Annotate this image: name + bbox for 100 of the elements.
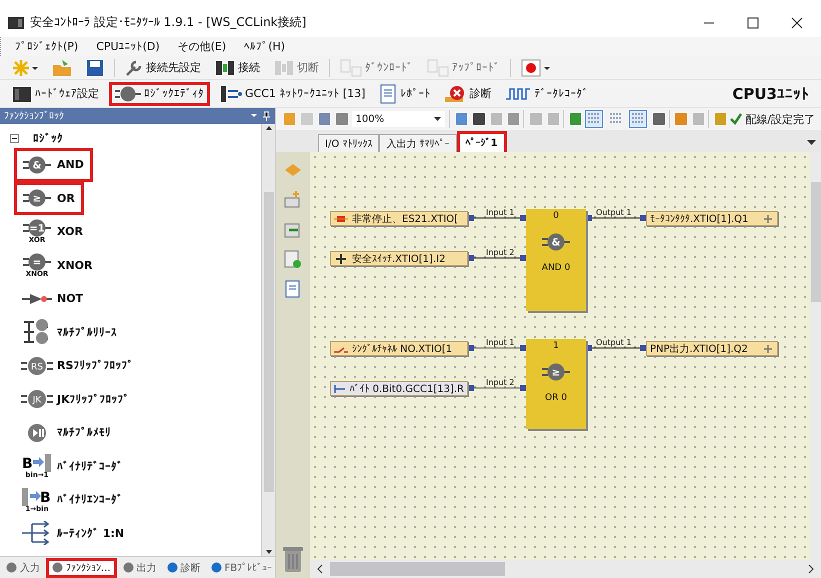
- connector-wire: [468, 345, 526, 351]
- panel-tab[interactable]: 出力: [118, 558, 161, 578]
- maximize-icon[interactable]: [747, 16, 759, 28]
- sparkle-icon: [12, 58, 38, 76]
- output-label: ﾓｰﾀｺﾝﾀｸﾀ.XTIO[1].Q1: [650, 212, 748, 224]
- block-index: 0: [553, 211, 559, 221]
- scroll-right-icon[interactable]: [807, 564, 815, 574]
- view-button[interactable]: GCC1 ﾈｯﾄﾜｰｸﾕﾆｯﾄ [13]: [216, 82, 370, 104]
- input-icon: [334, 254, 348, 264]
- function-item[interactable]: RS RSﾌﾘｯﾌﾟﾌﾛｯﾌﾟ: [14, 349, 142, 382]
- toolbar-button[interactable]: 接続: [211, 56, 264, 78]
- caret-icon: [434, 116, 441, 122]
- menu-item[interactable]: その他(E): [178, 39, 226, 54]
- input-label: 安全ｽｲｯﾁ.XTIO[1].I2: [352, 252, 446, 265]
- trash-icon[interactable]: [281, 544, 305, 574]
- info-icon: [210, 562, 222, 573]
- zoom-dropdown[interactable]: 100%: [352, 111, 445, 127]
- input-node[interactable]: 非常停止、ES21.XTIO[: [330, 211, 468, 226]
- panel-tab[interactable]: 入力: [2, 558, 44, 578]
- menu-item[interactable]: ﾌﾟﾛｼﾞｪｸﾄ(P): [15, 40, 78, 53]
- view-toggle[interactable]: [629, 110, 648, 128]
- folder-icon: [52, 58, 72, 76]
- menu-item[interactable]: CPUﾕﾆｯﾄ(D): [96, 40, 160, 53]
- scroll-thumb[interactable]: [264, 192, 274, 492]
- panel-tab[interactable]: ﾌｧﾝｸｼｮﾝ...: [46, 558, 117, 578]
- output-icon: [762, 214, 774, 224]
- function-item[interactable]: ﾙｰﾃｨﾝｸﾞ 1:N: [14, 516, 134, 550]
- view-toggle[interactable]: [585, 110, 604, 128]
- collapse-icon[interactable]: [10, 134, 19, 142]
- function-item[interactable]: ﾏﾙﾁﾌﾟﾙﾘﾘｰｽ: [14, 316, 126, 349]
- port-label: Input 2: [486, 378, 514, 387]
- connector-wire: [586, 215, 646, 221]
- transfer-icon: [340, 58, 362, 76]
- wiring-done-button[interactable]: 配線/設定完了: [730, 112, 816, 126]
- block-name: AND 0: [542, 263, 570, 273]
- view-button[interactable]: ﾃﾞｰﾀﾚｺｰﾀﾞ: [501, 82, 592, 104]
- inverter-icon: [22, 292, 52, 305]
- function-item[interactable]: ≥ OR: [14, 182, 84, 215]
- scroll-left-icon[interactable]: [316, 564, 324, 574]
- output-icon: [762, 344, 774, 354]
- view-button[interactable]: 診断: [440, 82, 496, 104]
- scroll-thumb[interactable]: [810, 182, 820, 302]
- view-button[interactable]: ﾛｼﾞｯｸｴﾃﾞｨﾀ: [109, 82, 210, 106]
- document-tab[interactable]: ﾍﾟｰｼﾞ1: [456, 131, 507, 152]
- output-node[interactable]: ﾓｰﾀｺﾝﾀｸﾀ.XTIO[1].Q1: [646, 211, 778, 226]
- memory-icon: [27, 422, 47, 443]
- connector-wire: [468, 385, 526, 391]
- unit-label: CPU3ﾕﾆｯﾄ: [732, 84, 810, 102]
- app-icon: [8, 16, 24, 30]
- function-block[interactable]: 0 & AND 0: [526, 209, 586, 311]
- port-label: Output 1: [596, 338, 632, 347]
- function-item[interactable]: & AND: [14, 148, 93, 182]
- input-node[interactable]: 安全ｽｲｯﾁ.XTIO[1].I2: [330, 251, 468, 266]
- port-label: Input 1: [486, 338, 514, 347]
- network-icon: [220, 84, 242, 102]
- routing-icon: [22, 521, 52, 546]
- port-label: Input 1: [486, 208, 514, 217]
- panel-tab[interactable]: 診断: [162, 558, 205, 578]
- document-tab[interactable]: I/O ﾏﾄﾘｯｸｽ: [318, 134, 380, 152]
- view-button[interactable]: ﾚﾎﾟｰﾄ: [375, 82, 434, 106]
- wrench-icon: [125, 58, 143, 76]
- function-block[interactable]: 1 ≥ OR 0: [526, 339, 586, 429]
- function-item[interactable]: NOT: [14, 282, 92, 316]
- group-label: ﾛｼﾞｯｸ: [33, 132, 63, 144]
- info-icon: [166, 562, 178, 573]
- input-label: ﾊﾞｲﾄ 0.Bit0.GCC1[13].R: [349, 382, 464, 394]
- function-item[interactable]: ﾏﾙﾁﾌﾟﾙﾒﾓﾘ: [14, 416, 120, 450]
- scroll-thumb[interactable]: [330, 562, 505, 576]
- block-name: OR 0: [545, 393, 567, 403]
- window-title: 安全ｺﾝﾄﾛｰﾗ 設定･ﾓﾆﾀﾂｰﾙ 1.9.1 - [WS_CCLink接続]: [30, 14, 308, 31]
- input-icon: [334, 214, 348, 224]
- port-label: Input 2: [486, 248, 514, 257]
- output-label: PNP出力.XTIO[1].Q2: [650, 342, 748, 355]
- output-node[interactable]: PNP出力.XTIO[1].Q2: [646, 341, 778, 356]
- input-icon: [334, 384, 346, 394]
- input-label: 非常停止、ES21.XTIO[: [352, 212, 458, 225]
- connector-icon: [274, 58, 294, 76]
- block-index: 1: [553, 341, 559, 351]
- error-icon: [444, 84, 466, 102]
- view-button[interactable]: ﾊｰﾄﾞｳｪｱ設定: [8, 82, 103, 104]
- input-node[interactable]: ｼﾝｸﾞﾙﾁｬﾈﾙ NO.XTIO[1: [330, 341, 468, 356]
- connector-wire: [468, 255, 526, 261]
- record-icon: [521, 58, 551, 76]
- port-label: Output 1: [596, 208, 632, 217]
- toolbar-button[interactable]: 接続先設定: [121, 56, 205, 78]
- input-node[interactable]: ﾊﾞｲﾄ 0.Bit0.GCC1[13].R: [330, 381, 468, 396]
- document-tab[interactable]: 入出力 ｻﾏﾘﾍﾟｰ: [379, 134, 457, 152]
- page-check-icon[interactable]: [283, 250, 303, 268]
- document-icon: [379, 84, 398, 104]
- pin-icon[interactable]: [249, 111, 271, 121]
- connector-wire: [586, 345, 646, 351]
- close-icon[interactable]: [791, 16, 803, 28]
- menu-item[interactable]: ﾍﾙﾌﾟ(H): [244, 40, 286, 53]
- connector-icon: [215, 58, 235, 76]
- device-icon: [12, 84, 32, 102]
- panel-tab[interactable]: FBﾌﾟﾚﾋﾞｭｰ: [206, 558, 276, 578]
- transfer-icon: [427, 58, 449, 76]
- function-item[interactable]: JK JKﾌﾘｯﾌﾟﾌﾛｯﾌﾟ: [14, 382, 139, 416]
- input-label: ｼﾝｸﾞﾙﾁｬﾈﾙ NO.XTIO[1: [352, 342, 452, 354]
- connector-wire: [468, 215, 526, 221]
